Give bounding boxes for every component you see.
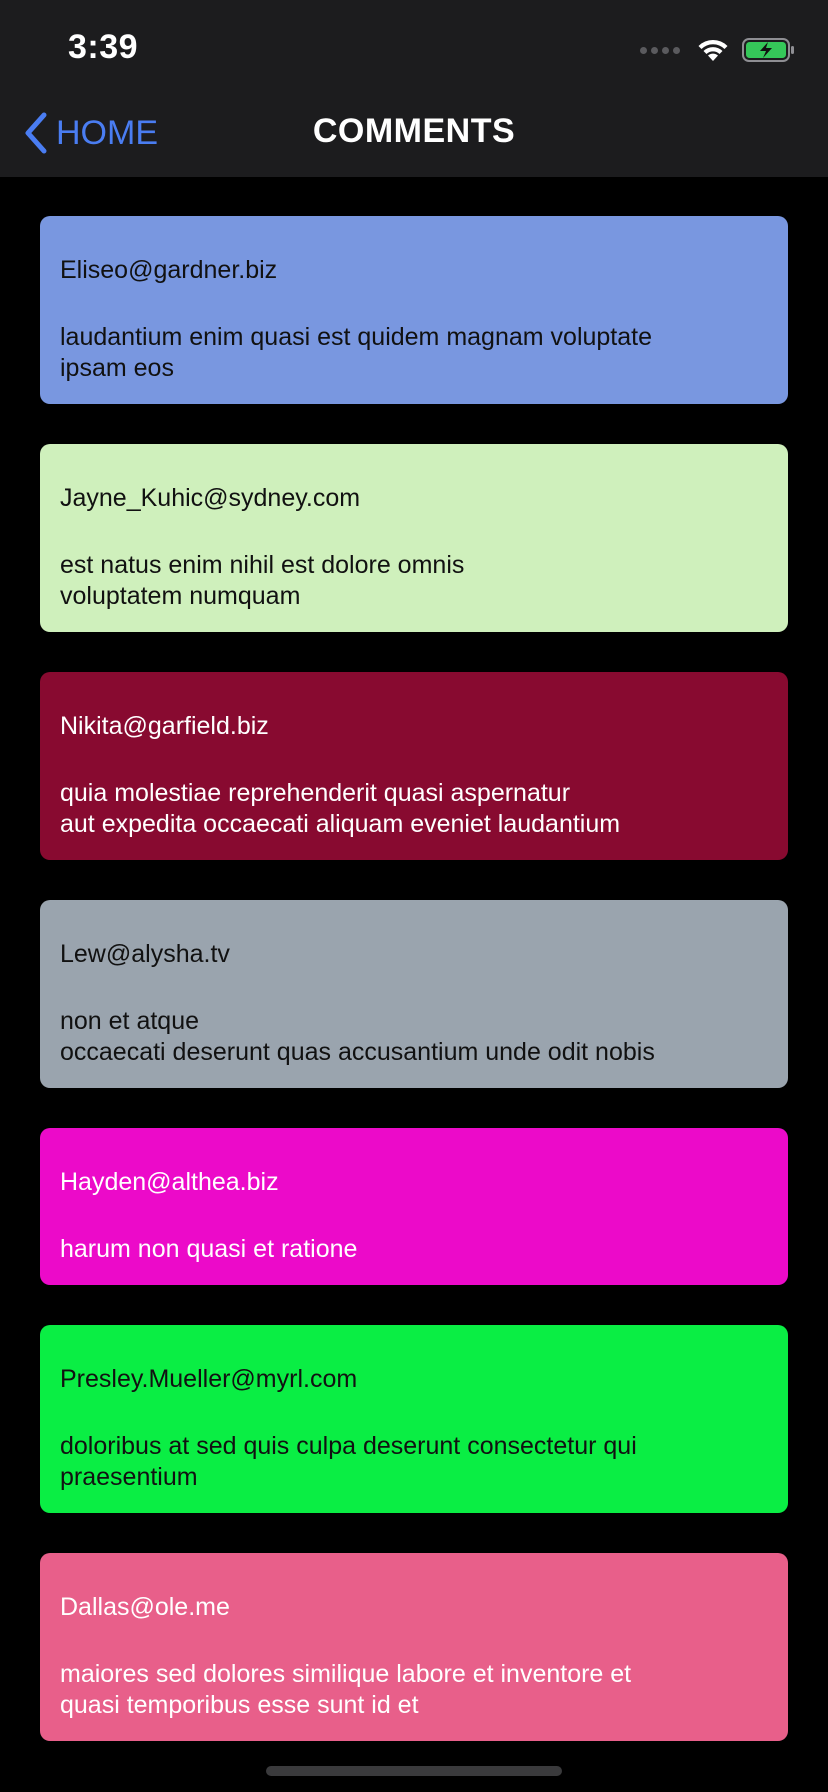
comment-email: Nikita@garfield.biz <box>60 712 269 740</box>
signal-dots-icon <box>640 46 680 54</box>
comment-body: maiores sed dolores similique labore et … <box>60 1660 632 1719</box>
home-indicator[interactable] <box>266 1766 562 1776</box>
status-icons <box>640 34 796 66</box>
status-bar: 3:39 <box>0 0 828 100</box>
comment-body: non et atque occaecati deserunt quas acc… <box>60 1007 655 1066</box>
comment-email: Jayne_Kuhic@sydney.com <box>60 484 361 512</box>
status-time: 3:39 <box>68 28 139 66</box>
comment-card[interactable]: Jayne_Kuhic@sydney.com est natus enim ni… <box>40 444 788 632</box>
comment-body: quia molestiae reprehenderit quasi asper… <box>60 779 621 838</box>
comment-email: Presley.Mueller@myrl.com <box>60 1365 358 1393</box>
comment-email: Lew@alysha.tv <box>60 940 230 968</box>
wifi-icon <box>698 39 728 61</box>
comment-body: harum non quasi et ratione <box>60 1235 358 1263</box>
comment-list[interactable]: Eliseo@gardner.biz laudantium enim quasi… <box>40 216 788 1781</box>
comment-email: Dallas@ole.me <box>60 1593 230 1621</box>
battery-charging-icon <box>742 38 794 62</box>
comment-card[interactable]: Dallas@ole.me maiores sed dolores simili… <box>40 1553 788 1741</box>
comment-card[interactable]: Eliseo@gardner.biz laudantium enim quasi… <box>40 216 788 404</box>
comment-body: doloribus at sed quis culpa deserunt con… <box>60 1432 637 1491</box>
comment-body: est natus enim nihil est dolore omnis vo… <box>60 551 465 610</box>
navigation-bar: HOME COMMENTS <box>0 100 828 177</box>
comment-email: Eliseo@gardner.biz <box>60 256 278 284</box>
page-title: COMMENTS <box>312 112 516 150</box>
comment-email: Hayden@althea.biz <box>60 1168 279 1196</box>
comment-card[interactable]: Lew@alysha.tv non et atque occaecati des… <box>40 900 788 1088</box>
comment-card[interactable]: Presley.Mueller@myrl.com doloribus at se… <box>40 1325 788 1513</box>
comment-card[interactable]: Nikita@garfield.biz quia molestiae repre… <box>40 672 788 860</box>
comment-card[interactable]: Hayden@althea.biz harum non quasi et rat… <box>40 1128 788 1285</box>
comment-body: laudantium enim quasi est quidem magnam … <box>60 323 653 382</box>
